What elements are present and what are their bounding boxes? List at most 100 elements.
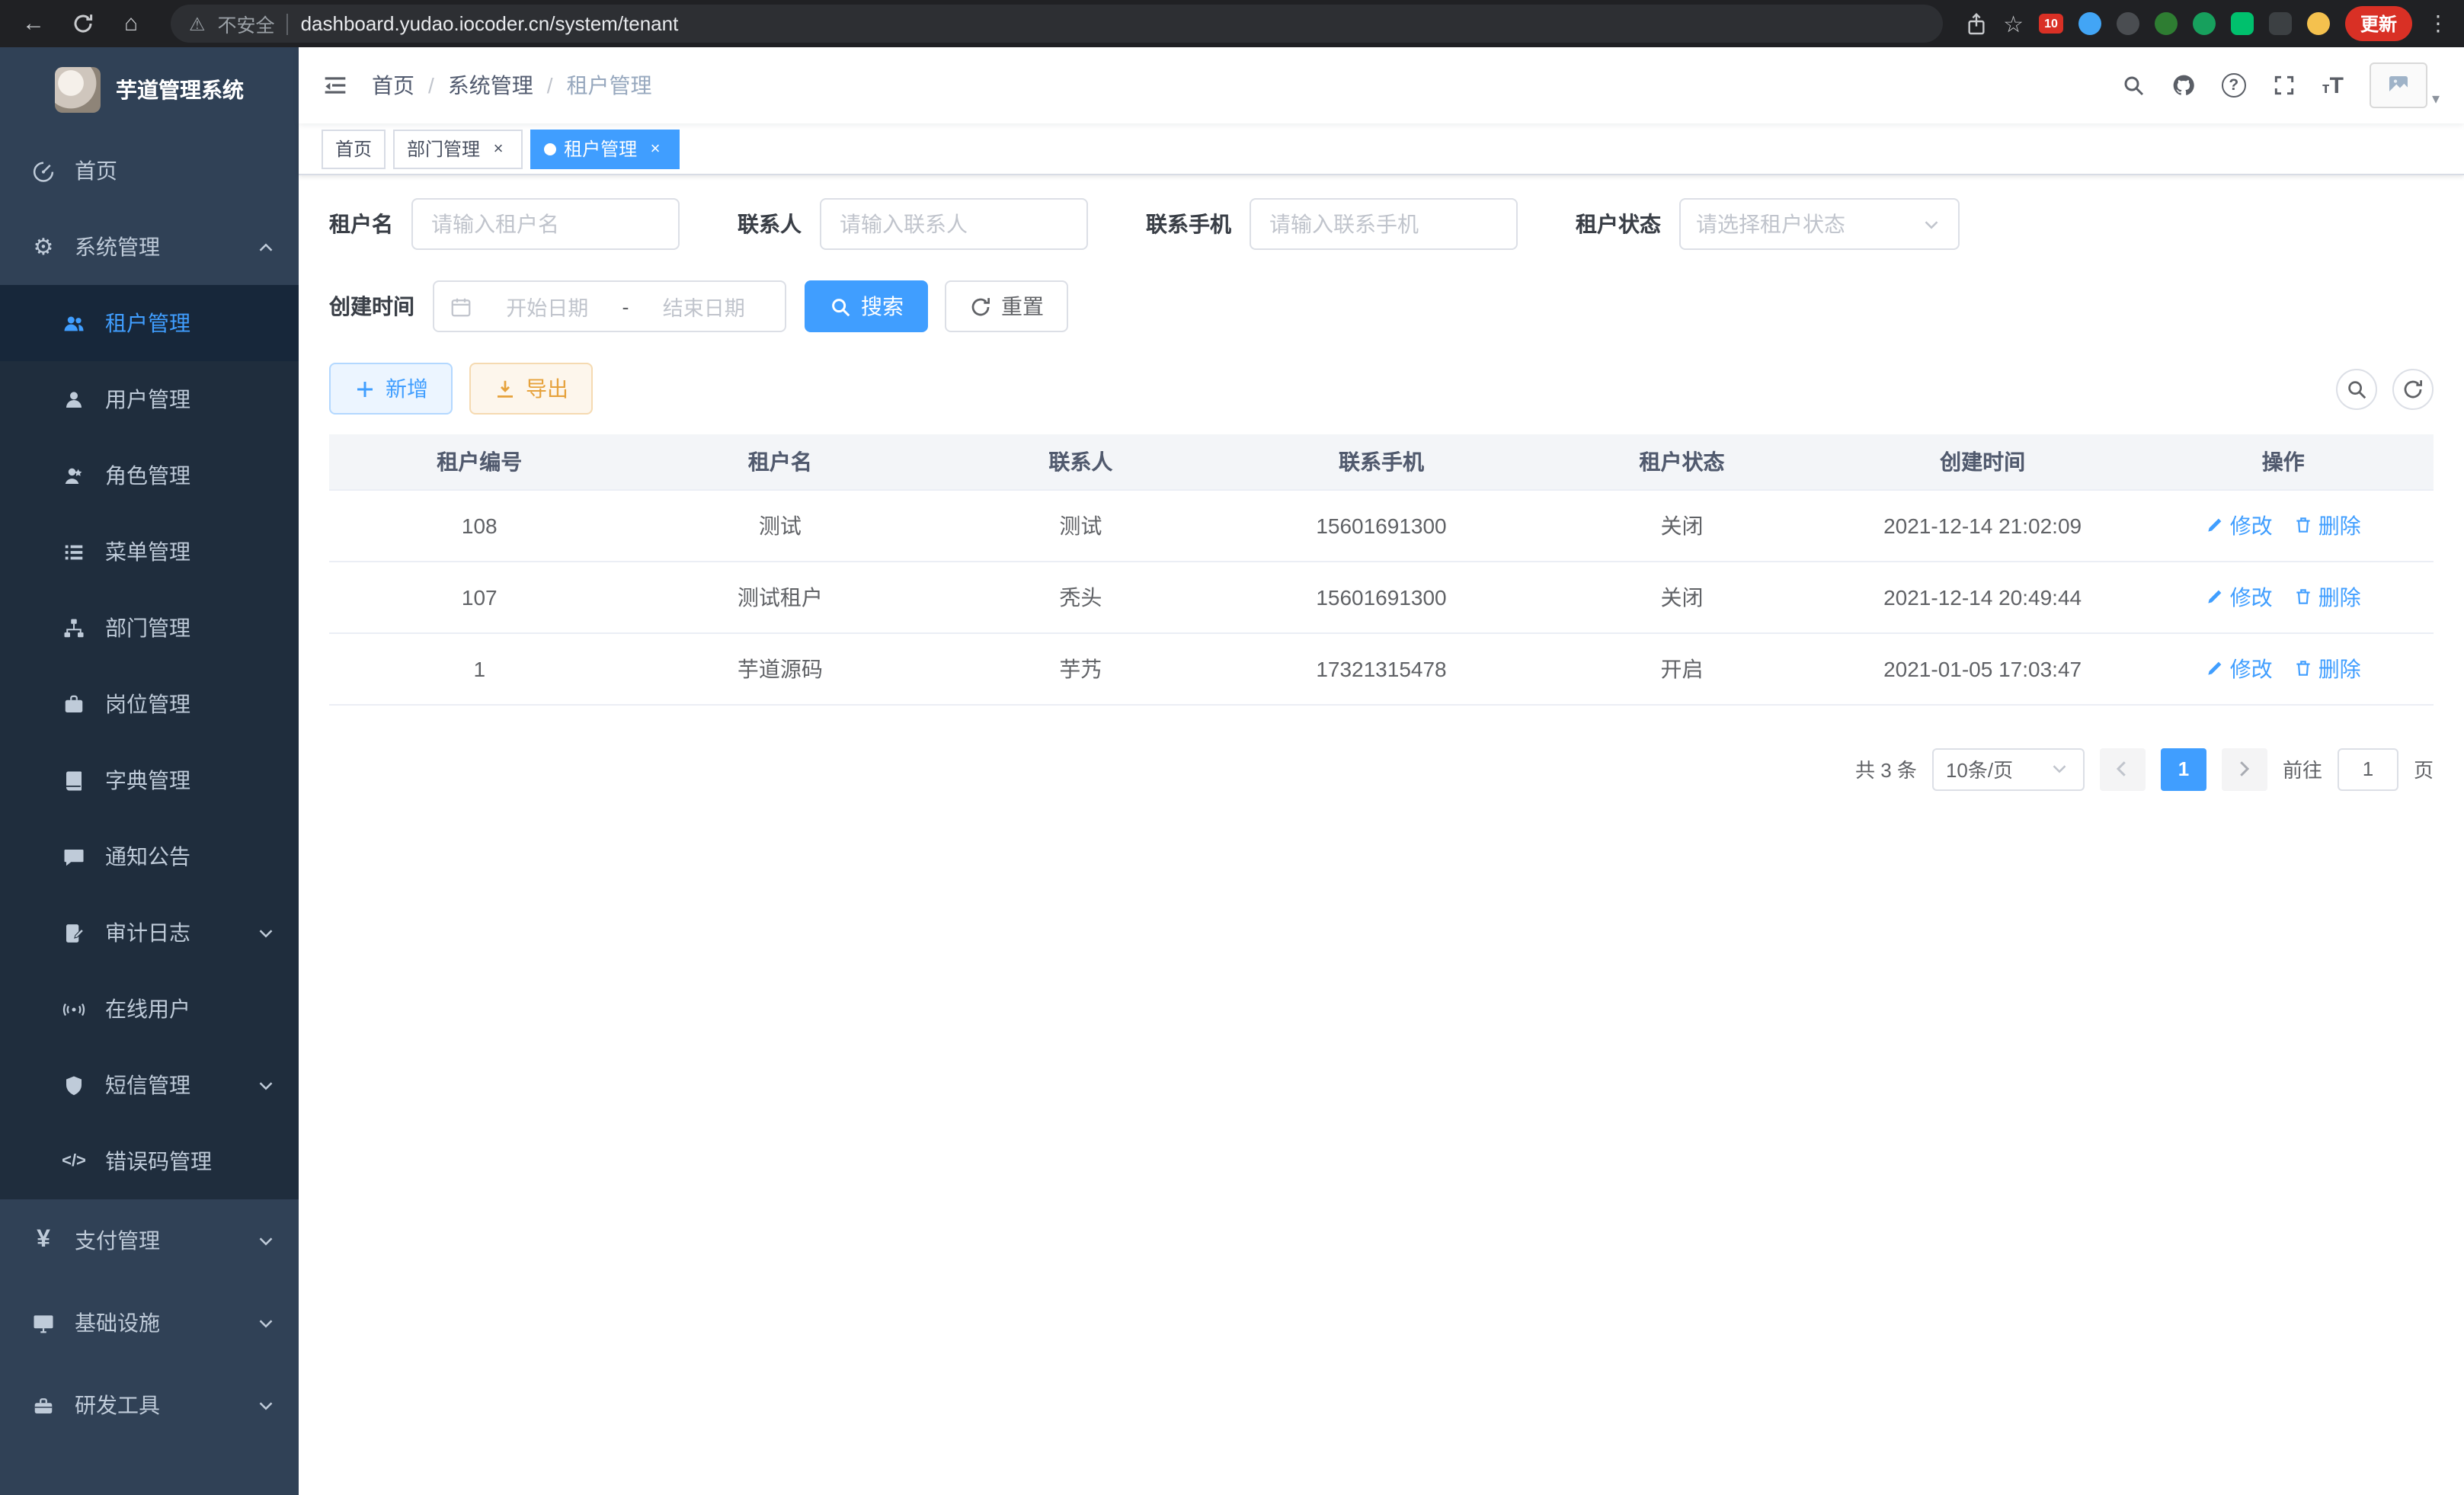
add-button[interactable]: 新增 <box>329 363 453 415</box>
top-navbar: 首页 / 系统管理 / 租户管理 ? <box>299 47 2464 123</box>
sidebar-item-label: 岗位管理 <box>105 689 190 719</box>
sidebar-item-notice[interactable]: 通知公告 <box>0 818 299 895</box>
tag-home[interactable]: 首页 <box>322 129 386 168</box>
delete-link[interactable]: 删除 <box>2294 653 2361 683</box>
delete-link[interactable]: 删除 <box>2294 510 2361 540</box>
font-size-large: T <box>2330 72 2344 98</box>
sidebar-item-user[interactable]: 用户管理 <box>0 361 299 437</box>
contact-name-input[interactable] <box>820 198 1088 250</box>
extension-icon-chat[interactable] <box>2231 12 2254 35</box>
address-divider <box>287 13 289 34</box>
browser-update-button[interactable]: 更新 <box>2345 6 2412 41</box>
help-icon[interactable]: ? <box>2222 73 2246 98</box>
sidebar-item-online-users[interactable]: 在线用户 <box>0 971 299 1047</box>
col-header-created: 创建时间 <box>1832 434 2133 489</box>
user-menu[interactable]: ▾ <box>2370 62 2440 108</box>
edit-link[interactable]: 修改 <box>2206 653 2273 683</box>
calendar-icon <box>450 295 472 318</box>
sidebar-item-audit-log[interactable]: 审计日志 <box>0 895 299 971</box>
tenant-name-input[interactable] <box>411 198 680 250</box>
page-size-select[interactable]: 10条/页 <box>1932 748 2085 790</box>
pagination: 共 3 条 10条/页 1 前往 <box>329 748 2434 790</box>
org-tree-icon <box>61 616 87 639</box>
navbar-actions: ? тT ▾ <box>2121 62 2440 108</box>
browser-menu-icon[interactable]: ⋮ <box>2427 11 2449 37</box>
cell-contact: 测试 <box>930 489 1231 561</box>
extension-badge-icon[interactable]: 10 <box>2039 14 2063 34</box>
page-size-value: 10条/页 <box>1946 754 2013 783</box>
extension-icon-yellow[interactable] <box>2307 12 2330 35</box>
sidebar-item-post[interactable]: 岗位管理 <box>0 666 299 742</box>
cell-id: 108 <box>329 489 630 561</box>
logo[interactable]: 芋道管理系统 <box>0 47 299 133</box>
sidebar-item-home[interactable]: 首页 <box>0 133 299 209</box>
sidebar-group-infra[interactable]: 基础设施 <box>0 1282 299 1364</box>
sidebar-item-errorcode[interactable]: </> 错误码管理 <box>0 1123 299 1199</box>
sidebar-group-system[interactable]: ⚙ 系统管理 <box>0 209 299 285</box>
search-icon[interactable] <box>2121 73 2146 98</box>
github-icon[interactable] <box>2171 73 2196 98</box>
next-page-button[interactable] <box>2222 748 2267 790</box>
sidebar-collapse-icon[interactable] <box>323 73 347 98</box>
contact-phone-input[interactable] <box>1250 198 1518 250</box>
refresh-table-button[interactable] <box>2392 368 2434 409</box>
extension-icon-green-ring[interactable] <box>2193 12 2216 35</box>
chevron-down-icon <box>254 1074 277 1096</box>
prev-page-button[interactable] <box>2100 748 2146 790</box>
breadcrumb-home[interactable]: 首页 <box>372 70 414 101</box>
delete-label: 删除 <box>2318 510 2361 540</box>
edit-link[interactable]: 修改 <box>2206 581 2273 612</box>
filter-label: 联系手机 <box>1146 209 1231 239</box>
export-button[interactable]: 导出 <box>469 363 593 415</box>
share-icon[interactable] <box>1963 11 1988 36</box>
table-row: 1 芋道源码 芋艿 17321315478 开启 2021-01-05 17:0… <box>329 632 2434 704</box>
bookmark-star-icon[interactable]: ☆ <box>2003 10 2024 37</box>
reload-icon[interactable] <box>64 5 101 42</box>
app-title: 芋道管理系统 <box>116 75 244 105</box>
extension-icon-blue[interactable] <box>2078 12 2101 35</box>
sidebar-item-role[interactable]: 角色管理 <box>0 437 299 514</box>
table-row: 108 测试 测试 15601691300 关闭 2021-12-14 21:0… <box>329 489 2434 561</box>
delete-link[interactable]: 删除 <box>2294 581 2361 612</box>
back-icon[interactable]: ← <box>15 5 52 42</box>
toggle-search-button[interactable] <box>2336 368 2377 409</box>
sidebar-group-devtools[interactable]: 研发工具 <box>0 1364 299 1446</box>
home-icon[interactable]: ⌂ <box>113 5 149 42</box>
puzzle-extensions-icon[interactable] <box>2269 12 2292 35</box>
chevron-down-icon <box>254 921 277 944</box>
fullscreen-icon[interactable] <box>2272 73 2296 98</box>
extension-icon-dark[interactable] <box>2117 12 2139 35</box>
page-number-button[interactable]: 1 <box>2161 748 2206 790</box>
goto-page-input[interactable] <box>2338 748 2398 790</box>
filter-label: 租户名 <box>329 209 393 239</box>
sidebar: 芋道管理系统 首页 ⚙ 系统管理 <box>0 47 299 1495</box>
sidebar-item-menu[interactable]: 菜单管理 <box>0 514 299 590</box>
tag-dept[interactable]: 部门管理 × <box>393 129 523 168</box>
edit-link[interactable]: 修改 <box>2206 510 2273 540</box>
sidebar-group-label: 基础设施 <box>75 1308 160 1338</box>
reset-button[interactable]: 重置 <box>945 280 1068 332</box>
gear-icon: ⚙ <box>30 233 56 261</box>
tenant-status-select[interactable]: 请选择租户状态 <box>1679 198 1960 250</box>
reset-button-label: 重置 <box>1001 291 1044 322</box>
breadcrumb-system[interactable]: 系统管理 <box>448 70 533 101</box>
tag-tenant[interactable]: 租户管理 × <box>530 129 680 168</box>
browser-toolbar: ← ⌂ ⚠ 不安全 dashboard.yudao.iocoder.cn/sys… <box>0 0 2464 47</box>
close-icon[interactable]: × <box>488 138 509 159</box>
address-bar[interactable]: ⚠ 不安全 dashboard.yudao.iocoder.cn/system/… <box>171 5 1942 43</box>
sidebar-group-pay[interactable]: ¥ 支付管理 <box>0 1199 299 1282</box>
sidebar-item-dict[interactable]: 字典管理 <box>0 742 299 818</box>
sidebar-item-dept[interactable]: 部门管理 <box>0 590 299 666</box>
tag-label: 部门管理 <box>407 136 480 162</box>
sidebar-item-sms[interactable]: 短信管理 <box>0 1047 299 1123</box>
col-header-status: 租户状态 <box>1531 434 1832 489</box>
start-date-placeholder: 开始日期 <box>482 291 613 322</box>
table-row: 107 测试租户 秃头 15601691300 关闭 2021-12-14 20… <box>329 561 2434 632</box>
extension-icon-green[interactable] <box>2155 12 2178 35</box>
font-size-icon[interactable]: тT <box>2322 72 2344 98</box>
tag-label: 租户管理 <box>564 136 637 162</box>
close-icon[interactable]: × <box>645 138 666 159</box>
date-range-picker[interactable]: 开始日期 - 结束日期 <box>433 280 786 332</box>
sidebar-item-tenant[interactable]: 租户管理 <box>0 285 299 361</box>
search-button[interactable]: 搜索 <box>805 280 928 332</box>
